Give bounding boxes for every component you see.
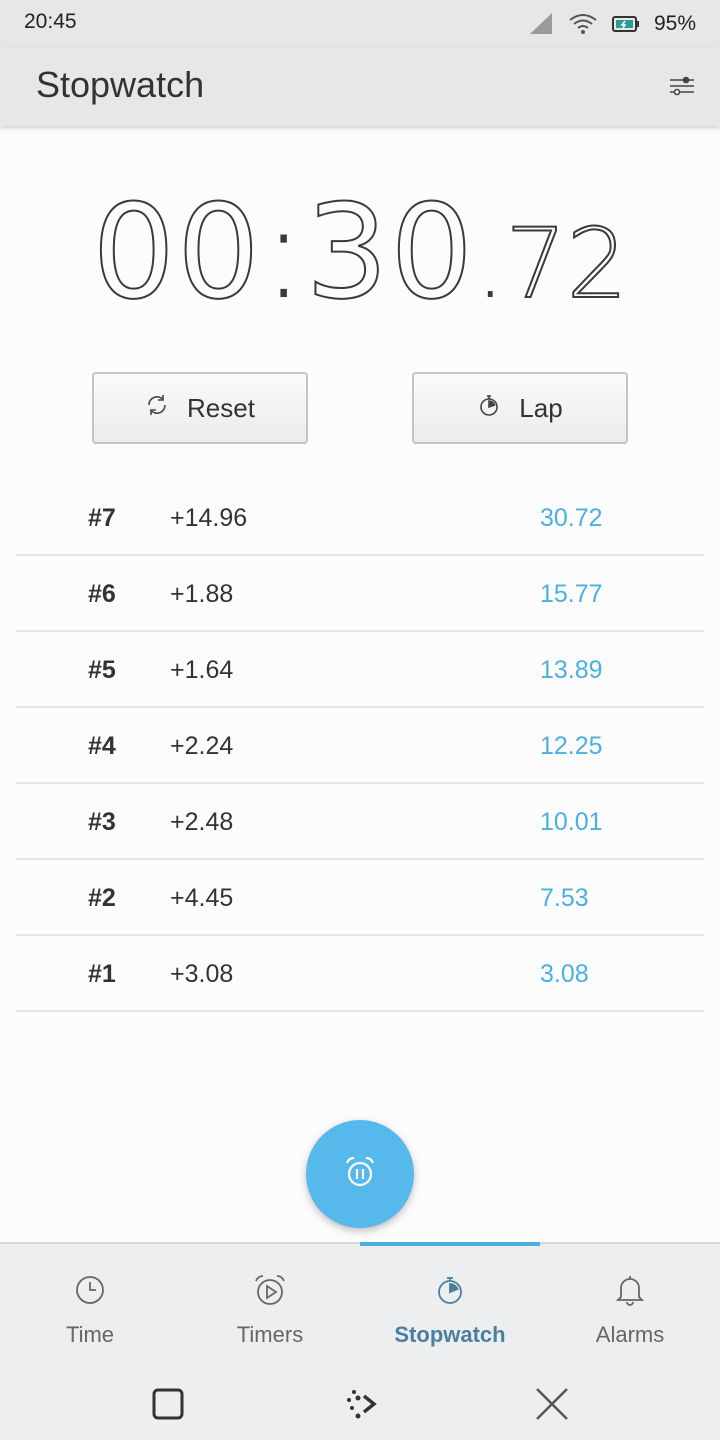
- lap-row: #6 +1.88 15.77: [16, 556, 704, 632]
- lap-total: 30.72: [540, 504, 603, 532]
- square-icon: [151, 1387, 185, 1426]
- lap-split: +2.48: [170, 808, 234, 836]
- stopwatch-display: 00:30.72: [0, 175, 720, 329]
- tab-time[interactable]: Time: [0, 1244, 180, 1374]
- battery-percent: 95%: [653, 12, 696, 35]
- status-bar: 20:45 95%: [0, 0, 720, 48]
- lap-split: +3.08: [170, 960, 234, 988]
- stopwatch-icon: [477, 393, 501, 424]
- lap-split: +1.88: [170, 580, 234, 608]
- lap-number: #7: [88, 504, 116, 532]
- page-title: Stopwatch: [36, 64, 205, 105]
- timer-dot: .: [474, 208, 506, 320]
- timer-play-icon: [250, 1270, 290, 1310]
- pause-alarm-icon: [343, 1155, 377, 1194]
- dots-arrow-icon: [340, 1384, 380, 1429]
- lap-row: #5 +1.64 13.89: [16, 632, 704, 708]
- tab-label: Stopwatch: [394, 1322, 506, 1347]
- lap-split: +14.96: [170, 504, 248, 532]
- lap-button[interactable]: Lap: [412, 372, 628, 444]
- recent-apps-button[interactable]: [146, 1384, 190, 1428]
- lap-row: #2 +4.45 7.53: [16, 860, 704, 936]
- lap-total: 3.08: [540, 960, 589, 988]
- app-header: Stopwatch: [0, 48, 720, 126]
- lap-split: +4.45: [170, 884, 234, 912]
- lap-split: +2.24: [170, 732, 234, 760]
- lap-total: 13.89: [540, 656, 603, 684]
- timer-colon: :: [261, 176, 306, 328]
- refresh-icon: [145, 393, 169, 424]
- clock-icon: [70, 1270, 110, 1310]
- reset-label: Reset: [187, 392, 255, 423]
- wifi-icon: [568, 12, 598, 36]
- sliders-icon: [669, 75, 695, 102]
- stopwatch-icon: [430, 1270, 470, 1310]
- lap-number: #1: [88, 960, 116, 988]
- reset-button[interactable]: Reset: [92, 372, 308, 444]
- lap-list: #7 +14.96 30.72 #6 +1.88 15.77 #5 +1.64 …: [16, 480, 704, 1012]
- lap-row: #7 +14.96 30.72: [16, 480, 704, 556]
- tab-timers[interactable]: Timers: [180, 1244, 360, 1374]
- lap-number: #3: [88, 808, 116, 836]
- close-icon: [534, 1386, 570, 1427]
- bell-icon: [610, 1270, 650, 1310]
- tab-stopwatch[interactable]: Stopwatch: [360, 1244, 540, 1374]
- pause-button[interactable]: [306, 1120, 414, 1228]
- battery-icon: [611, 15, 640, 33]
- settings-button[interactable]: [664, 70, 700, 106]
- system-nav-bar: [0, 1372, 720, 1440]
- lap-number: #4: [88, 732, 116, 760]
- lap-total: 12.25: [540, 732, 603, 760]
- status-time: 20:45: [24, 10, 77, 33]
- timer-seconds: 30: [305, 175, 475, 329]
- tab-label: Alarms: [595, 1322, 665, 1347]
- timer-minutes: 00: [91, 175, 262, 329]
- home-button[interactable]: [338, 1384, 382, 1428]
- lap-total: 15.77: [540, 580, 603, 608]
- cellular-signal-icon: [528, 12, 554, 36]
- close-button[interactable]: [530, 1384, 574, 1428]
- lap-number: #5: [88, 656, 116, 684]
- lap-row: #1 +3.08 3.08: [16, 936, 704, 1012]
- lap-number: #6: [88, 580, 116, 608]
- tab-label: Time: [65, 1322, 115, 1347]
- lap-total: 7.53: [540, 884, 589, 912]
- tab-alarms[interactable]: Alarms: [540, 1244, 720, 1374]
- lap-row: #4 +2.24 12.25: [16, 708, 704, 784]
- lap-label: Lap: [519, 392, 563, 423]
- lap-number: #2: [88, 884, 116, 912]
- timer-fraction: 72: [504, 207, 628, 321]
- lap-row: #3 +2.48 10.01: [16, 784, 704, 860]
- bottom-tab-bar: Time Timers Stopwatch Alarms: [0, 1242, 720, 1374]
- lap-total: 10.01: [540, 808, 603, 836]
- tab-label: Timers: [236, 1322, 304, 1347]
- lap-split: +1.64: [170, 656, 234, 684]
- status-icons: 95%: [528, 10, 696, 38]
